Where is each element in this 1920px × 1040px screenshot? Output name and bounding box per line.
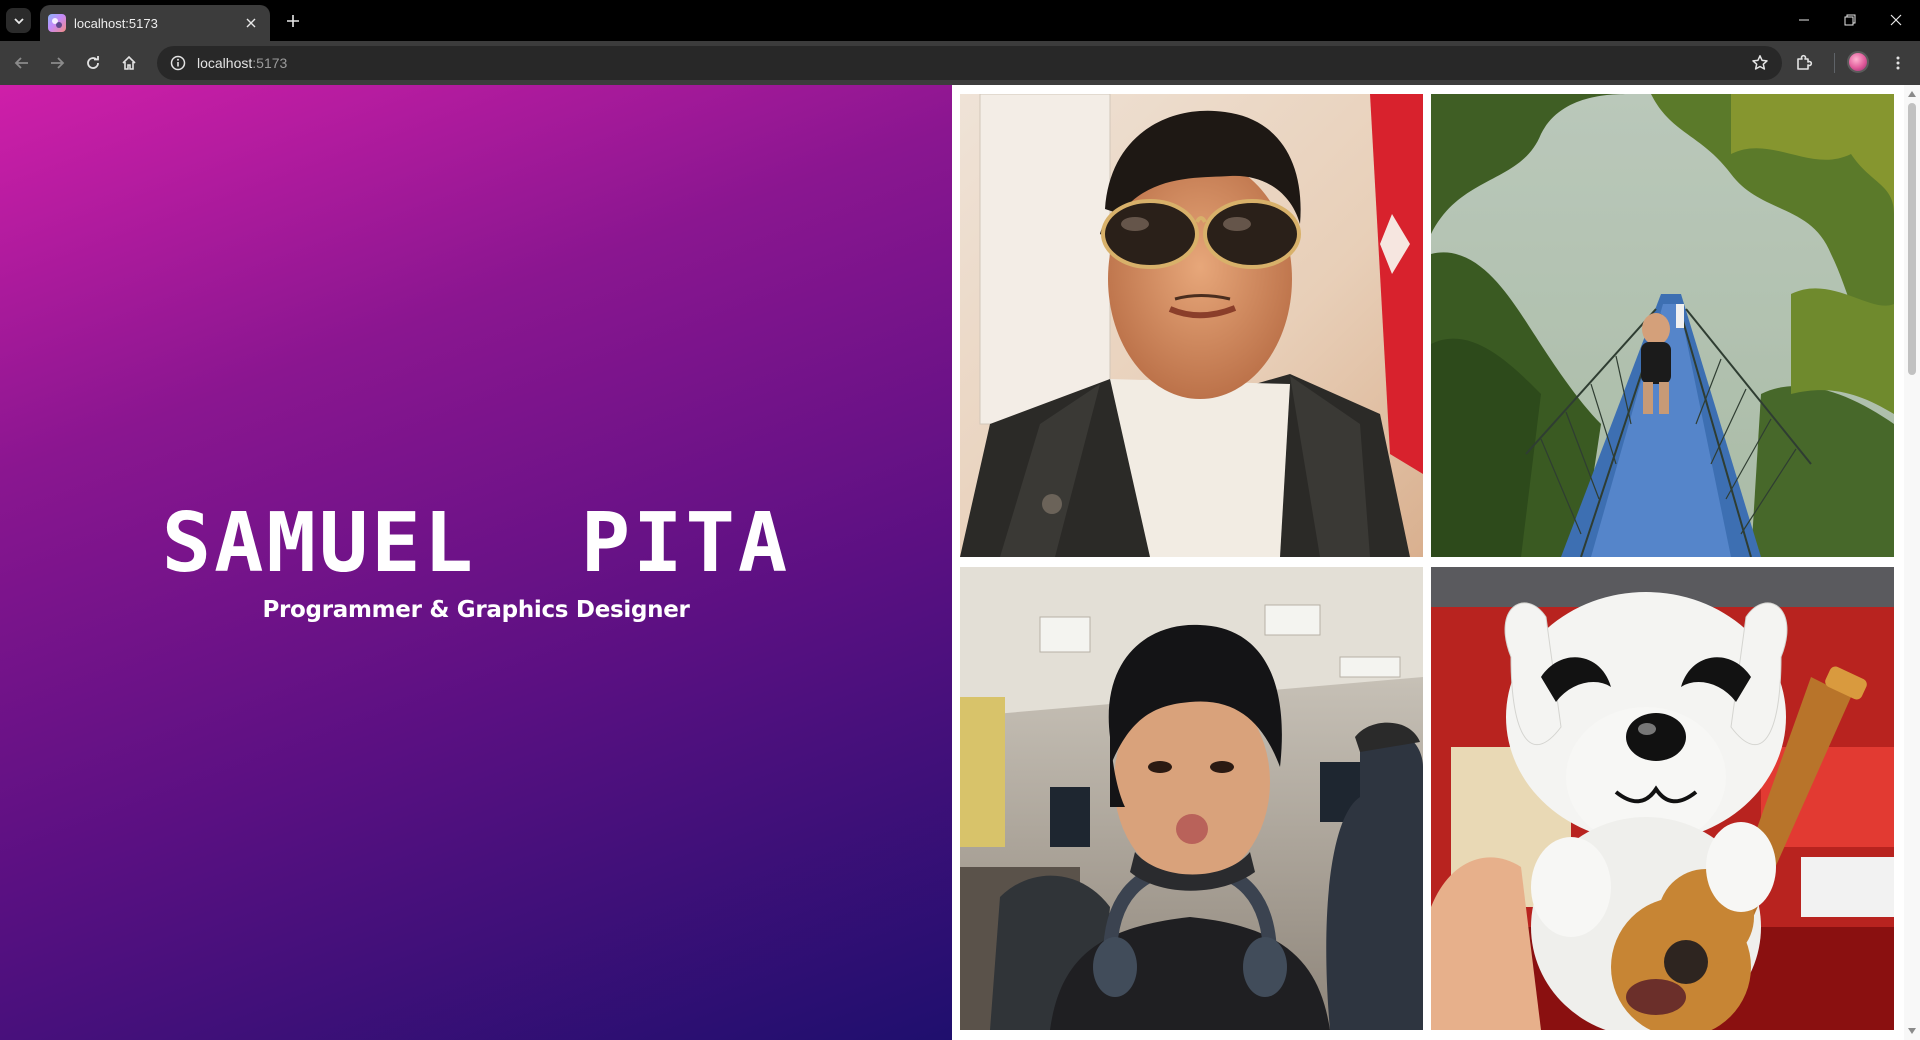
gallery-photo-forest-bridge[interactable]	[1431, 94, 1894, 557]
restore-button[interactable]	[1827, 6, 1873, 34]
scroll-up-button[interactable]	[1904, 87, 1920, 101]
new-tab-button[interactable]	[281, 9, 305, 33]
photo-image	[1431, 567, 1894, 1030]
photo-image	[960, 567, 1423, 1030]
back-button[interactable]	[8, 49, 36, 77]
scroll-thumb[interactable]	[1908, 103, 1916, 375]
hero-content: SAMUEL PITA Programmer & Graphics Design…	[0, 496, 952, 624]
toolbar-divider	[1834, 53, 1835, 73]
tab-title: localhost:5173	[74, 15, 158, 31]
triangle-up-icon	[1908, 91, 1916, 97]
photo-image	[960, 94, 1423, 557]
address-bar[interactable]: localhost:5173	[157, 46, 1782, 80]
chevron-down-icon	[13, 17, 24, 24]
reload-icon	[87, 56, 99, 69]
photo-image	[1431, 94, 1894, 557]
site-favicon-icon	[48, 14, 66, 32]
page-viewport: SAMUEL PITA Programmer & Graphics Design…	[0, 85, 1920, 1040]
scroll-down-button[interactable]	[1904, 1024, 1920, 1038]
arrow-left-icon	[14, 57, 28, 69]
browser-toolbar: localhost:5173	[0, 41, 1920, 85]
tab-strip: localhost:5173	[0, 0, 1920, 41]
home-button[interactable]	[115, 49, 143, 77]
close-window-button[interactable]	[1873, 6, 1919, 34]
hero-name: SAMUEL PITA	[161, 496, 791, 591]
forward-button[interactable]	[43, 49, 71, 77]
close-icon	[246, 18, 256, 28]
address-url: localhost:5173	[197, 55, 287, 71]
minimize-icon	[1799, 19, 1809, 21]
page-scrollbar[interactable]	[1904, 85, 1920, 1040]
plus-icon	[287, 15, 299, 27]
profile-avatar[interactable]	[1847, 51, 1869, 73]
site-info-button[interactable]	[161, 46, 195, 80]
restore-icon	[1844, 14, 1856, 26]
close-icon	[1890, 14, 1902, 26]
extensions-button[interactable]	[1790, 49, 1818, 77]
home-icon	[122, 55, 136, 70]
url-port: :5173	[252, 55, 288, 71]
arrow-right-icon	[51, 57, 65, 69]
browser-tab[interactable]: localhost:5173	[40, 5, 270, 41]
url-host: localhost	[197, 55, 253, 71]
bookmark-button[interactable]	[1748, 51, 1772, 75]
gallery-photo-plush-dog[interactable]	[1431, 567, 1894, 1030]
tab-close-button[interactable]	[242, 14, 260, 32]
info-icon	[170, 55, 186, 71]
gallery-photo-classroom-selfie[interactable]	[960, 567, 1423, 1030]
gallery-photo-selfie-sunglasses[interactable]	[960, 94, 1423, 557]
photo-gallery	[952, 85, 1904, 1040]
triangle-down-icon	[1908, 1028, 1916, 1034]
hero-subtitle: Programmer & Graphics Designer	[262, 597, 690, 623]
browser-menu-button[interactable]	[1884, 49, 1912, 77]
star-icon	[1752, 55, 1768, 70]
reload-button[interactable]	[79, 49, 107, 77]
tab-search-button[interactable]	[6, 8, 31, 33]
hero-section: SAMUEL PITA Programmer & Graphics Design…	[0, 85, 952, 1040]
kebab-menu-icon	[1896, 56, 1900, 70]
puzzle-icon	[1797, 54, 1813, 70]
minimize-button[interactable]	[1781, 6, 1827, 34]
